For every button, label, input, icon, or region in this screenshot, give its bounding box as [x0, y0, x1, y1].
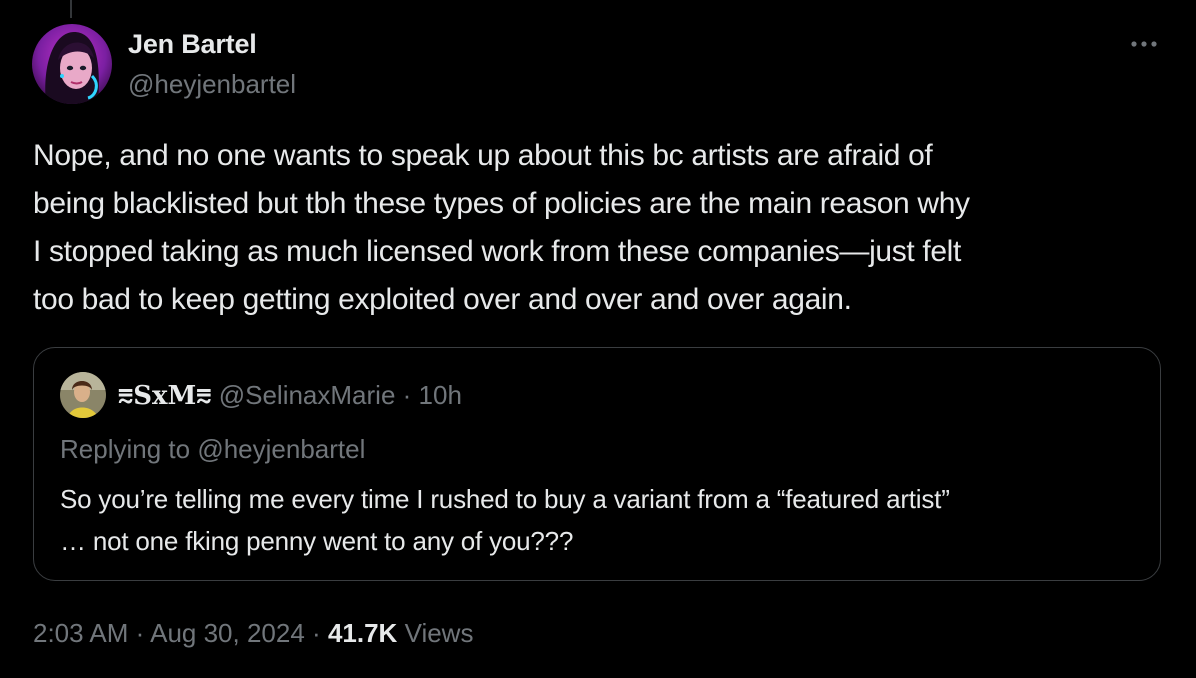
quoted-tweet-card[interactable]: ⩳SxM⩳ @SelinaxMarie · 10h Replying to @h… — [33, 347, 1161, 581]
quoted-author-handle[interactable]: @SelinaxMarie — [219, 380, 396, 410]
tweet-text-line: being blacklisted but tbh these types of… — [33, 187, 970, 220]
quoted-author-display-name[interactable]: ⩳SxM⩳ — [118, 381, 211, 411]
quoted-author-avatar — [60, 372, 106, 418]
tweet-text-line: too bad to keep getting exploited over a… — [33, 283, 852, 316]
tweet-text-line: Nope, and no one wants to speak up about… — [33, 139, 933, 172]
quoted-tweet-header: ⩳SxM⩳ @SelinaxMarie · 10h — [118, 378, 462, 413]
thread-connector-line — [70, 0, 72, 18]
more-horizontal-icon — [1131, 41, 1157, 47]
more-options-button[interactable] — [1122, 28, 1166, 60]
meta-separator: · — [312, 618, 321, 648]
replying-to-handle[interactable]: @heyjenbartel — [197, 434, 365, 464]
tweet-text-line: I stopped taking as much licensed work f… — [33, 235, 961, 268]
tweet-date[interactable]: Aug 30, 2024 — [150, 618, 305, 648]
quoted-tweet-time[interactable]: 10h — [419, 380, 462, 410]
quoted-tweet-text-line: … not one fking penny went to any of you… — [60, 526, 574, 556]
author-handle[interactable]: @heyjenbartel — [128, 68, 296, 100]
quoted-tweet-body: So you’re telling me every time I rushed… — [60, 478, 950, 562]
meta-separator: · — [402, 380, 412, 410]
author-display-name[interactable]: Jen Bartel — [128, 28, 257, 60]
quoted-tweet-text-line: So you’re telling me every time I rushed… — [60, 484, 950, 514]
tweet-body: Nope, and no one wants to speak up about… — [33, 132, 1173, 324]
views-count: 41.7K — [327, 618, 398, 648]
replying-to-line: Replying to @heyjenbartel — [60, 432, 365, 466]
author-avatar[interactable] — [32, 24, 112, 104]
replying-to-label: Replying to — [60, 434, 191, 464]
views-label: Views — [404, 618, 474, 648]
meta-separator: · — [135, 618, 145, 648]
tweet-footer: 2:03 AM · Aug 30, 2024 · 41.7K Views — [33, 616, 473, 650]
tweet-time[interactable]: 2:03 AM — [33, 618, 128, 648]
